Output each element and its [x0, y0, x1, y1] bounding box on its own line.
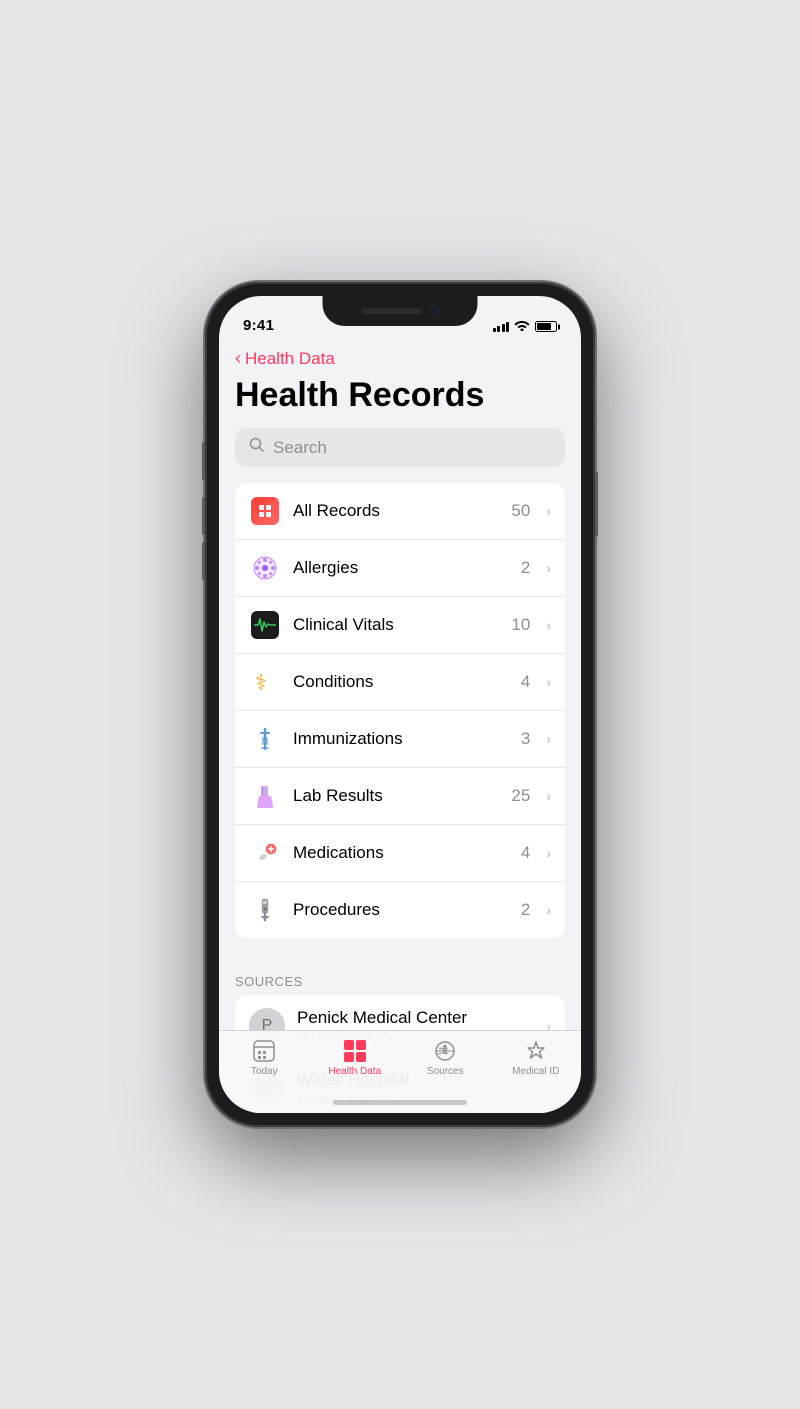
- all-records-chevron-icon: ›: [546, 503, 551, 519]
- immunizations-chevron-icon: ›: [546, 731, 551, 747]
- list-item-lab-results[interactable]: Lab Results 25 ›: [235, 768, 565, 825]
- clinical-vitals-icon: [249, 609, 281, 641]
- signal-bars: [493, 321, 510, 332]
- back-chevron-icon: ‹: [235, 348, 241, 369]
- tab-today-label: Today: [251, 1066, 278, 1077]
- procedures-count: 2: [521, 900, 530, 920]
- list-item-all-records[interactable]: All Records 50 ›: [235, 483, 565, 540]
- health-data-icon: [343, 1039, 367, 1063]
- signal-bar-1: [493, 328, 496, 332]
- tab-today[interactable]: Today: [219, 1039, 310, 1077]
- list-item-procedures[interactable]: Procedures 2 ›: [235, 882, 565, 938]
- wifi-icon: [514, 319, 530, 334]
- medications-chevron-icon: ›: [546, 845, 551, 861]
- battery-icon: [535, 321, 557, 332]
- procedures-label: Procedures: [293, 900, 509, 920]
- medications-icon: [249, 837, 281, 869]
- tab-health-data[interactable]: Health Data: [310, 1039, 401, 1077]
- conditions-chevron-icon: ›: [546, 674, 551, 690]
- phone-screen: 9:41: [219, 296, 581, 1113]
- status-time: 9:41: [243, 317, 274, 334]
- procedures-chevron-icon: ›: [546, 902, 551, 918]
- signal-bar-4: [506, 322, 509, 332]
- status-icons: [493, 319, 558, 334]
- all-records-icon: [249, 495, 281, 527]
- clinical-vitals-count: 10: [511, 615, 530, 635]
- conditions-icon: ⚕: [249, 666, 281, 698]
- list-item-clinical-vitals[interactable]: Clinical Vitals 10 ›: [235, 597, 565, 654]
- home-indicator: [333, 1100, 467, 1105]
- page-title: Health Records: [219, 373, 581, 428]
- penick-name: Penick Medical Center: [297, 1007, 534, 1029]
- battery-fill: [537, 323, 551, 330]
- tab-medical-id[interactable]: Medical ID: [491, 1039, 582, 1077]
- back-label[interactable]: Health Data: [245, 349, 335, 369]
- svg-text:⚕: ⚕: [255, 670, 267, 695]
- tab-sources[interactable]: Sources: [400, 1039, 491, 1077]
- lab-results-count: 25: [511, 786, 530, 806]
- lab-results-icon: [249, 780, 281, 812]
- today-icon: [252, 1039, 276, 1063]
- content-area[interactable]: ‹ Health Data Health Records Search: [219, 340, 581, 1113]
- immunizations-icon: [249, 723, 281, 755]
- notch: [323, 296, 478, 326]
- nav-back[interactable]: ‹ Health Data: [219, 340, 581, 373]
- signal-bar-3: [502, 324, 505, 332]
- clinical-vitals-chevron-icon: ›: [546, 617, 551, 633]
- medications-count: 4: [521, 843, 530, 863]
- list-item-medications[interactable]: Medications 4 ›: [235, 825, 565, 882]
- list-item-allergies[interactable]: Allergies 2 ›: [235, 540, 565, 597]
- allergies-label: Allergies: [293, 558, 509, 578]
- sources-section-header: SOURCES: [219, 954, 581, 995]
- all-records-label: All Records: [293, 501, 499, 521]
- list-item-conditions[interactable]: ⚕ Conditions 4 ›: [235, 654, 565, 711]
- lab-results-label: Lab Results: [293, 786, 499, 806]
- speaker: [361, 308, 421, 314]
- lab-results-chevron-icon: ›: [546, 788, 551, 804]
- clinical-vitals-label: Clinical Vitals: [293, 615, 499, 635]
- sources-icon: [433, 1039, 457, 1063]
- search-icon: [249, 437, 265, 458]
- page-wrapper: 9:41: [0, 0, 800, 1409]
- procedures-icon: [249, 894, 281, 926]
- list-item-immunizations[interactable]: Immunizations 3 ›: [235, 711, 565, 768]
- all-records-count: 50: [511, 501, 530, 521]
- medical-id-icon: [524, 1039, 548, 1063]
- camera: [429, 306, 439, 316]
- phone-shell: 9:41: [205, 282, 595, 1127]
- immunizations-count: 3: [521, 729, 530, 749]
- allergies-icon: [249, 552, 281, 584]
- immunizations-label: Immunizations: [293, 729, 509, 749]
- search-bar[interactable]: Search: [235, 428, 565, 467]
- conditions-label: Conditions: [293, 672, 509, 692]
- medications-label: Medications: [293, 843, 509, 863]
- tab-sources-label: Sources: [427, 1066, 464, 1077]
- signal-bar-2: [497, 326, 500, 332]
- records-list: All Records 50 ›: [235, 483, 565, 938]
- tab-health-data-label: Health Data: [328, 1066, 381, 1077]
- conditions-count: 4: [521, 672, 530, 692]
- allergies-chevron-icon: ›: [546, 560, 551, 576]
- search-placeholder: Search: [273, 438, 327, 458]
- tab-medical-id-label: Medical ID: [512, 1066, 559, 1077]
- allergies-count: 2: [521, 558, 530, 578]
